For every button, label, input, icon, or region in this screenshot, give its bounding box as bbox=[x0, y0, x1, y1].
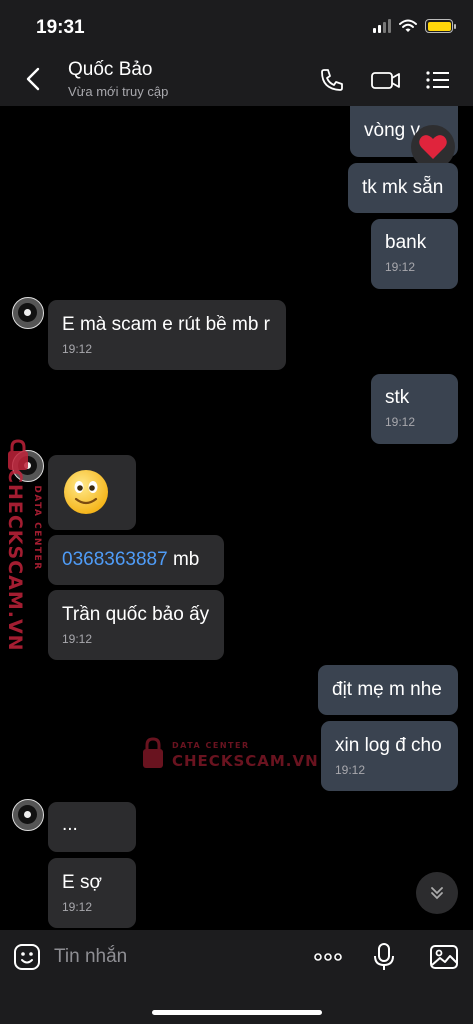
menu-list-icon[interactable] bbox=[424, 66, 452, 94]
watermark-brand: CHECKSCAM.VN bbox=[4, 469, 26, 652]
message-text: địt mẹ m nhe bbox=[332, 679, 442, 700]
lock-logo-icon bbox=[8, 439, 28, 470]
watermark-top: DATA CENTER bbox=[32, 485, 42, 571]
battery-icon bbox=[425, 19, 456, 33]
contact-name[interactable]: Quốc Bảo bbox=[68, 59, 153, 81]
watermark-top: DATA CENTER bbox=[172, 741, 250, 750]
watermark-horizontal: DATA CENTER CHECKSCAM.VN bbox=[140, 732, 318, 776]
message-text: E sợ bbox=[62, 872, 102, 893]
message-time: 19:12 bbox=[62, 342, 93, 356]
sticker-icon[interactable] bbox=[12, 942, 42, 972]
message-text: tk mk sẵn bbox=[362, 177, 444, 198]
phone-number-link[interactable]: 0368363887 bbox=[62, 549, 168, 570]
more-icon[interactable] bbox=[313, 942, 343, 972]
chevron-down-icon bbox=[431, 887, 443, 900]
status-time: 19:31 bbox=[36, 17, 85, 38]
message-time: 19:12 bbox=[385, 415, 416, 429]
message-text: 0368363887 mb bbox=[62, 549, 210, 571]
message-text: bank bbox=[385, 232, 427, 253]
message-time: 19:12 bbox=[62, 900, 93, 914]
message-outgoing[interactable]: địt mẹ m nhe bbox=[318, 665, 458, 715]
message-outgoing[interactable]: xin log đ cho 19:12 bbox=[321, 721, 458, 791]
avatar[interactable] bbox=[12, 297, 44, 329]
status-bar: 19:31 bbox=[0, 0, 473, 52]
video-icon[interactable] bbox=[370, 66, 402, 94]
watermark-brand: CHECKSCAM.VN bbox=[172, 752, 319, 770]
message-text-suffix: mb bbox=[167, 549, 200, 570]
message-incoming[interactable]: ... bbox=[48, 802, 136, 852]
message-text: E mà scam e rút bề mb r bbox=[62, 314, 271, 335]
message-incoming-sticker[interactable] bbox=[48, 455, 136, 530]
scroll-down-button[interactable] bbox=[416, 872, 458, 914]
message-outgoing[interactable]: tk mk sẵn bbox=[348, 163, 458, 213]
lock-logo-icon bbox=[143, 737, 163, 768]
message-time: 19:12 bbox=[62, 632, 93, 646]
home-indicator[interactable] bbox=[152, 1010, 322, 1015]
watermark-vertical: CHECKSCAM.VN DATA CENTER bbox=[2, 438, 58, 668]
phone-icon[interactable] bbox=[318, 66, 346, 94]
chat-header: Quốc Bảo Vừa mới truy cập bbox=[0, 52, 473, 106]
contact-status: Vừa mới truy cập bbox=[68, 84, 169, 99]
message-time: 19:12 bbox=[335, 763, 366, 777]
message-text: xin log đ cho bbox=[335, 735, 442, 756]
message-outgoing[interactable]: stk 19:12 bbox=[371, 374, 458, 444]
message-outgoing[interactable]: bank 19:12 bbox=[371, 219, 458, 289]
signal-icon bbox=[373, 19, 391, 33]
microphone-icon[interactable] bbox=[369, 942, 399, 972]
message-text: stk bbox=[385, 387, 410, 408]
image-icon[interactable] bbox=[429, 942, 459, 972]
wifi-icon bbox=[399, 19, 417, 32]
message-input-bar: Tin nhắn bbox=[0, 930, 473, 1024]
status-icons bbox=[373, 19, 456, 33]
message-incoming[interactable]: 0368363887 mb bbox=[48, 535, 224, 585]
message-incoming[interactable]: E mà scam e rút bề mb r 19:12 bbox=[48, 300, 286, 370]
smiley-emoji-icon bbox=[64, 470, 108, 514]
message-text: ... bbox=[62, 814, 78, 835]
message-incoming[interactable]: E sợ 19:12 bbox=[48, 858, 136, 928]
message-text: Trần quốc bảo ấy bbox=[62, 604, 210, 625]
message-incoming[interactable]: Trần quốc bảo ấy 19:12 bbox=[48, 590, 224, 660]
message-input[interactable]: Tin nhắn bbox=[54, 946, 127, 968]
back-icon[interactable] bbox=[22, 66, 46, 92]
chat-area[interactable]: vòng v tk mk sẵn bank 19:12 E mà scam e … bbox=[0, 106, 473, 930]
avatar[interactable] bbox=[12, 799, 44, 831]
message-time: 19:12 bbox=[385, 260, 416, 274]
